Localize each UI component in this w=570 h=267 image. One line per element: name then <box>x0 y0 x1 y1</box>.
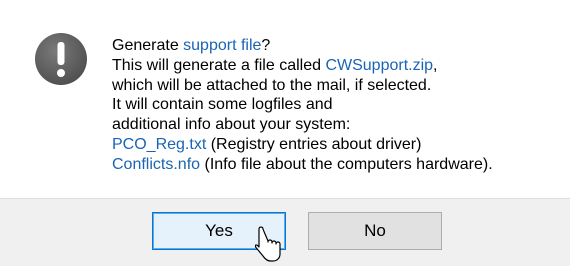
dialog-message: Generate support file? This will generat… <box>112 36 552 175</box>
message-dialog: Generate support file? This will generat… <box>0 0 570 266</box>
yes-button[interactable]: Yes <box>152 212 286 250</box>
message-line: It will contain some logfiles and <box>112 96 333 114</box>
dialog-body: Generate support file? This will generat… <box>0 0 570 198</box>
message-line: This will generate a file called CWSuppo… <box>112 56 438 74</box>
message-line: Conflicts.nfo (Info file about the compu… <box>112 155 493 173</box>
message-line: PCO_Reg.txt (Registry entries about driv… <box>112 135 422 153</box>
no-button[interactable]: No <box>308 212 442 250</box>
conflicts-nfo-link[interactable]: Conflicts.nfo <box>112 156 200 173</box>
message-line: Generate support file? <box>112 37 271 54</box>
exclamation-icon <box>35 33 87 85</box>
message-line: additional info about your system: <box>112 116 351 134</box>
support-file-link[interactable]: support file <box>183 37 261 54</box>
cwsupport-zip-link[interactable]: CWSupport.zip <box>325 57 433 74</box>
message-line: which will be attached to the mail, if s… <box>112 76 432 94</box>
pco-reg-link[interactable]: PCO_Reg.txt <box>112 136 206 153</box>
